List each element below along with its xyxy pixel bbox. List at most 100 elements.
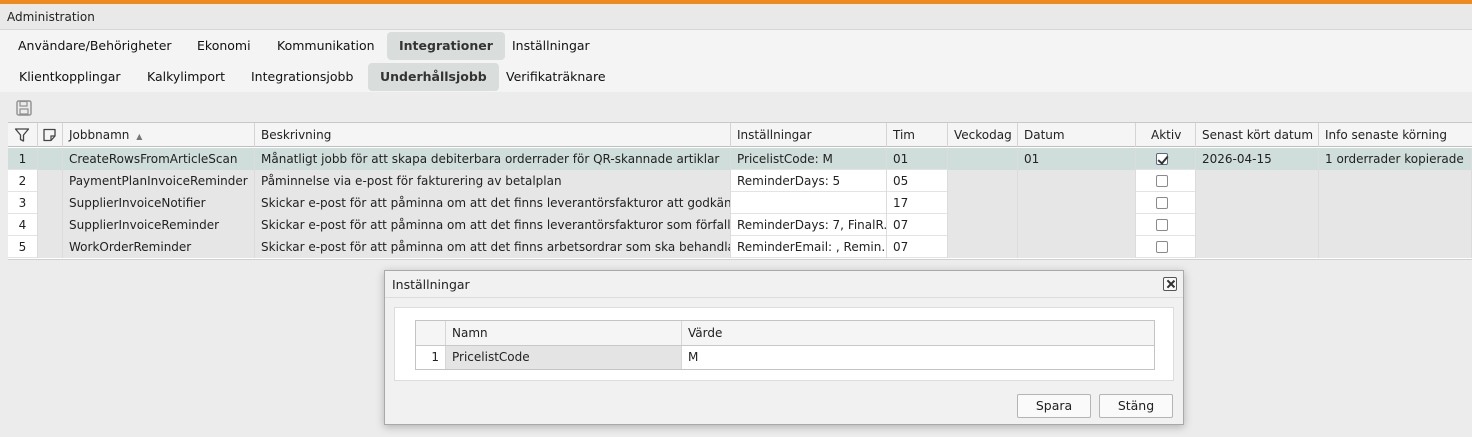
- cell-beskrivning: Skickar e-post för att påminna om att de…: [255, 214, 731, 236]
- edit-icon[interactable]: [42, 127, 58, 143]
- save-button[interactable]: Spara: [1017, 394, 1091, 418]
- aktiv-checkbox[interactable]: [1156, 175, 1168, 187]
- table-row[interactable]: 3 SupplierInvoiceNotifier Skickar e-post f…: [8, 192, 1472, 214]
- aktiv-checkbox[interactable]: [1156, 241, 1168, 253]
- col-senast-kort-datum[interactable]: Senast kört datum: [1196, 123, 1319, 147]
- window-title: Administration: [7, 10, 95, 24]
- col-namn[interactable]: Namn: [446, 321, 682, 345]
- edit-header-cell[interactable]: [38, 123, 63, 147]
- cell-tim: 07: [887, 214, 948, 236]
- cell-nr: 5: [8, 236, 38, 258]
- title-bar: Administration: [0, 4, 1472, 30]
- col-datum[interactable]: Datum: [1018, 123, 1136, 147]
- cell-senast: [1196, 236, 1319, 258]
- cell-tim: 01: [887, 148, 948, 170]
- cell-installningar: ReminderDays: 5: [731, 170, 887, 192]
- cell-datum: 01: [1018, 148, 1136, 170]
- cell-info: 1 orderrader kopierade: [1319, 148, 1472, 170]
- row-number-header: [416, 321, 446, 345]
- cell-nr: 1: [8, 148, 38, 170]
- cell-senast: [1196, 170, 1319, 192]
- aktiv-cell: [1136, 170, 1196, 192]
- cell-tim: 17: [887, 192, 948, 214]
- col-aktiv[interactable]: Aktiv: [1136, 123, 1196, 147]
- table-row[interactable]: 2 PaymentPlanInvoiceReminder Påminnelse vi…: [8, 170, 1472, 192]
- tab-anvandare-behorigheter[interactable]: Användare/Behörigheter: [6, 32, 184, 60]
- cell-senast: [1196, 192, 1319, 214]
- col-jobbnamn[interactable]: Jobbnamn ▲: [63, 123, 255, 147]
- filter-header-cell[interactable]: [8, 123, 38, 147]
- tab-underhallsjobb[interactable]: Underhållsjobb: [368, 63, 499, 91]
- toolbar: [0, 92, 1472, 122]
- tab-ekonomi[interactable]: Ekonomi: [185, 32, 263, 60]
- col-info-senaste-korning[interactable]: Info senaste körning: [1319, 123, 1472, 147]
- tab-klientkopplingar[interactable]: Klientkopplingar: [7, 63, 133, 91]
- save-icon[interactable]: [15, 99, 33, 117]
- cell-veckodag: [948, 236, 1018, 258]
- grid-bottom-border: [8, 259, 1472, 260]
- aktiv-checkbox[interactable]: [1156, 153, 1168, 165]
- sub-tab-bar: Klientkopplingar Kalkylimport Integratio…: [0, 61, 1472, 92]
- dialog-title: Inställningar: [392, 277, 470, 292]
- table-row[interactable]: 1 CreateRowsFromArticleScan Månatligt jobb…: [8, 148, 1472, 170]
- cell-jobbnamn: WorkOrderReminder: [63, 236, 255, 258]
- setting-value[interactable]: M: [682, 346, 1154, 369]
- settings-grid-header: Namn Värde: [416, 321, 1154, 346]
- aktiv-cell: [1136, 192, 1196, 214]
- aktiv-checkbox[interactable]: [1156, 197, 1168, 209]
- cell-info: [1319, 192, 1472, 214]
- settings-grid: Namn Värde 1 PricelistCode M: [415, 320, 1155, 370]
- cell-senast: 2026-04-15: [1196, 148, 1319, 170]
- row-edit-cell: [38, 170, 63, 192]
- col-jobbnamn-label: Jobbnamn: [69, 128, 130, 142]
- cell-info: [1319, 170, 1472, 192]
- cell-nr: 3: [8, 192, 38, 214]
- table-row[interactable]: 5 WorkOrderReminder Skickar e-post för att…: [8, 236, 1472, 258]
- jobs-grid: Jobbnamn ▲ Beskrivning Inställningar Tim…: [8, 122, 1472, 260]
- cell-veckodag: [948, 192, 1018, 214]
- row-edit-cell: [38, 214, 63, 236]
- col-tim[interactable]: Tim: [887, 123, 948, 147]
- sort-asc-icon: ▲: [136, 132, 143, 141]
- cell-nr: 2: [8, 170, 38, 192]
- cell-installningar: PricelistCode: M: [731, 148, 887, 170]
- cell-veckodag: [948, 148, 1018, 170]
- close-button[interactable]: Stäng: [1099, 394, 1173, 418]
- tab-integrationer[interactable]: Integrationer: [387, 32, 505, 60]
- cell-veckodag: [948, 214, 1018, 236]
- cell-tim: 07: [887, 236, 948, 258]
- tab-integrationsjobb[interactable]: Integrationsjobb: [239, 63, 365, 91]
- aktiv-checkbox[interactable]: [1156, 219, 1168, 231]
- cell-jobbnamn: SupplierInvoiceReminder: [63, 214, 255, 236]
- col-installningar[interactable]: Inställningar: [731, 123, 887, 147]
- col-varde[interactable]: Värde: [682, 321, 1154, 345]
- tab-verifikatraknare[interactable]: Verifikaträknare: [494, 63, 618, 91]
- dialog-footer: Spara Stäng: [385, 389, 1183, 424]
- cell-jobbnamn: PaymentPlanInvoiceReminder: [63, 170, 255, 192]
- dialog-title-bar: Inställningar: [385, 271, 1183, 298]
- tab-kalkylimport[interactable]: Kalkylimport: [135, 63, 237, 91]
- cell-jobbnamn: SupplierInvoiceNotifier: [63, 192, 255, 214]
- col-veckodag[interactable]: Veckodag: [948, 123, 1018, 147]
- settings-row[interactable]: 1 PricelistCode M: [416, 346, 1154, 369]
- tab-kommunikation[interactable]: Kommunikation: [265, 32, 387, 60]
- row-edit-cell: [38, 236, 63, 258]
- cell-datum: [1018, 170, 1136, 192]
- cell-nr: 4: [8, 214, 38, 236]
- aktiv-cell: [1136, 236, 1196, 258]
- aktiv-cell: [1136, 148, 1196, 170]
- filter-icon[interactable]: [14, 127, 30, 143]
- row-number: 1: [416, 346, 446, 369]
- cell-veckodag: [948, 170, 1018, 192]
- row-edit-cell: [38, 148, 63, 170]
- col-beskrivning[interactable]: Beskrivning: [255, 123, 731, 147]
- tab-installningar[interactable]: Inställningar: [500, 32, 602, 60]
- row-edit-cell: [38, 192, 63, 214]
- close-icon[interactable]: [1163, 277, 1177, 291]
- grid-header: Jobbnamn ▲ Beskrivning Inställningar Tim…: [8, 122, 1472, 147]
- cell-senast: [1196, 214, 1319, 236]
- cell-info: [1319, 236, 1472, 258]
- cell-info: [1319, 214, 1472, 236]
- aktiv-cell: [1136, 214, 1196, 236]
- table-row[interactable]: 4 SupplierInvoiceReminder Skickar e-post f…: [8, 214, 1472, 236]
